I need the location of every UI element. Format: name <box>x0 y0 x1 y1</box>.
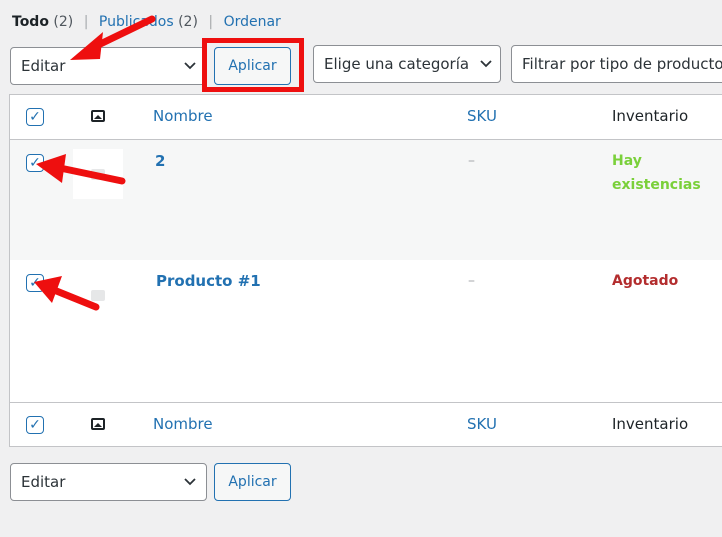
column-header-stock: Inventario <box>612 107 689 125</box>
table-row: ✓ 2 – Hay existencias <box>10 140 722 260</box>
filter-published-count: (2) <box>178 14 198 30</box>
product-type-select[interactable]: Filtrar por tipo de producto <box>511 45 722 83</box>
chevron-down-icon <box>476 46 492 82</box>
product-thumbnail[interactable] <box>73 149 123 199</box>
bulk-action-select-top[interactable]: Editar <box>10 47 207 85</box>
table-header-row: ✓ Nombre SKU Inventario <box>10 95 722 140</box>
status-filter-links: Todo (2) | Publicados (2) | Ordenar <box>12 14 281 30</box>
bulk-action-value: Editar <box>21 473 66 491</box>
bulk-action-select-bottom[interactable]: Editar <box>10 463 207 501</box>
image-icon <box>91 418 105 430</box>
category-select[interactable]: Elige una categoría <box>313 45 501 83</box>
product-type-value: Filtrar por tipo de producto <box>522 55 722 73</box>
select-all-checkbox[interactable]: ✓ <box>26 108 44 126</box>
column-header-name[interactable]: Nombre <box>153 107 213 125</box>
filter-all-count: (2) <box>53 14 74 30</box>
column-header-stock: Inventario <box>612 415 689 433</box>
bulk-action-value: Editar <box>21 57 66 75</box>
select-all-checkbox[interactable]: ✓ <box>26 416 44 434</box>
stock-status: Agotado <box>612 273 679 289</box>
row-checkbox[interactable]: ✓ <box>26 154 44 172</box>
separator: | <box>208 14 214 30</box>
sort-link[interactable]: Ordenar <box>224 14 281 30</box>
column-header-name[interactable]: Nombre <box>153 415 213 433</box>
apply-button-bottom[interactable]: Aplicar <box>214 463 291 501</box>
sku-value: – <box>468 273 475 289</box>
category-value: Elige una categoría <box>324 55 470 73</box>
table-footer-row: ✓ Nombre SKU Inventario <box>10 402 722 447</box>
product-name-link[interactable]: 2 <box>155 152 165 170</box>
column-header-sku[interactable]: SKU <box>467 415 497 433</box>
column-header-sku[interactable]: SKU <box>467 107 497 125</box>
product-name-link[interactable]: Producto #1 <box>156 272 261 290</box>
chevron-down-icon <box>184 464 196 500</box>
filter-all[interactable]: Todo <box>12 14 49 30</box>
chevron-down-icon <box>184 48 196 84</box>
sku-value: – <box>468 153 475 169</box>
stock-status: Hay existencias <box>612 153 701 193</box>
filter-published[interactable]: Publicados <box>99 14 174 30</box>
highlight-box <box>202 38 304 92</box>
row-checkbox[interactable]: ✓ <box>26 274 44 292</box>
image-icon <box>91 110 105 122</box>
table-row: ✓ Producto #1 – Agotado <box>10 260 722 401</box>
product-thumbnail[interactable] <box>73 270 123 320</box>
separator: | <box>83 14 89 30</box>
products-table: ✓ Nombre SKU Inventario ✓ 2 – Hay existe… <box>9 94 722 447</box>
